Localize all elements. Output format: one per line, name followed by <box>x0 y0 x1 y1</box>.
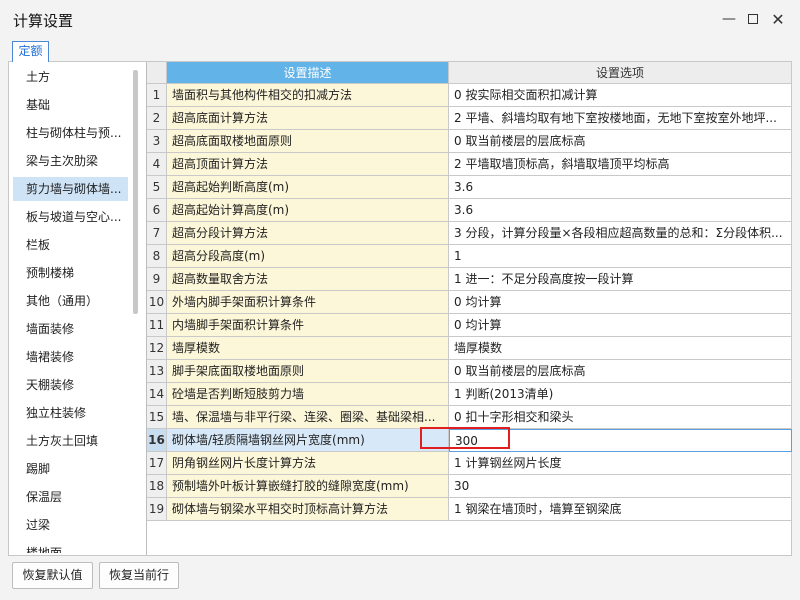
sidebar-item[interactable]: 保温层 <box>13 485 128 509</box>
sidebar-item[interactable]: 其他（通用） <box>13 289 128 313</box>
row-number[interactable]: 12 <box>147 337 167 360</box>
row-number[interactable]: 3 <box>147 130 167 153</box>
grid-header-opt[interactable]: 设置选项 <box>449 62 792 84</box>
row-number[interactable]: 18 <box>147 475 167 498</box>
setting-description[interactable]: 超高起始判断高度(m) <box>167 176 449 199</box>
sidebar-item[interactable]: 土方灰土回填 <box>13 429 128 453</box>
category-scrollbar[interactable] <box>133 70 138 314</box>
setting-option[interactable]: 2 平墙取墙顶标高，斜墙取墙顶平均标高 <box>449 153 792 176</box>
setting-description[interactable]: 砌体墙/轻质隔墙钢丝网片宽度(mm) <box>167 429 449 452</box>
sidebar-item[interactable]: 基础 <box>13 93 128 117</box>
restore-current-row-button[interactable]: 恢复当前行 <box>99 562 179 589</box>
setting-option[interactable]: 1 <box>449 245 792 268</box>
setting-description[interactable]: 超高分段计算方法 <box>167 222 449 245</box>
row-number[interactable]: 4 <box>147 153 167 176</box>
row-number[interactable]: 17 <box>147 452 167 475</box>
row-number[interactable]: 7 <box>147 222 167 245</box>
row-number[interactable]: 2 <box>147 107 167 130</box>
sidebar-item[interactable]: 墙裙装修 <box>13 345 128 369</box>
title-bar: 计算设置 — ✕ <box>0 0 800 38</box>
setting-description[interactable]: 超高分段高度(m) <box>167 245 449 268</box>
setting-description[interactable]: 墙、保温墙与非平行梁、连梁、圈梁、基础梁相... <box>167 406 449 429</box>
setting-description[interactable]: 砼墙是否判断短肢剪力墙 <box>167 383 449 406</box>
sidebar-item[interactable]: 踢脚 <box>13 457 128 481</box>
sidebar-item[interactable]: 梁与主次肋梁 <box>13 149 128 173</box>
sidebar-item[interactable]: 预制楼梯 <box>13 261 128 285</box>
setting-description[interactable]: 阴角钢丝网片长度计算方法 <box>167 452 449 475</box>
setting-option[interactable]: 0 取当前楼层的层底标高 <box>449 360 792 383</box>
setting-description[interactable]: 墙厚模数 <box>167 337 449 360</box>
sidebar-item[interactable]: 土方 <box>13 65 128 89</box>
setting-description[interactable]: 预制墙外叶板计算嵌缝打胶的缝隙宽度(mm) <box>167 475 449 498</box>
setting-option[interactable]: 0 取当前楼层的层底标高 <box>449 130 792 153</box>
row-number[interactable]: 8 <box>147 245 167 268</box>
row-number[interactable]: 6 <box>147 199 167 222</box>
setting-description[interactable]: 超高起始计算高度(m) <box>167 199 449 222</box>
grid-header-num <box>147 62 167 84</box>
row-number[interactable]: 5 <box>147 176 167 199</box>
minimize-icon[interactable]: — <box>716 6 742 32</box>
maximize-icon[interactable] <box>740 6 766 32</box>
setting-description[interactable]: 外墙内脚手架面积计算条件 <box>167 291 449 314</box>
row-number[interactable]: 14 <box>147 383 167 406</box>
setting-option[interactable]: 3.6 <box>449 176 792 199</box>
setting-description[interactable]: 超高底面取楼地面原则 <box>167 130 449 153</box>
setting-option[interactable]: 0 按实际相交面积扣减计算 <box>449 84 792 107</box>
setting-option[interactable]: 0 均计算 <box>449 314 792 337</box>
row-number[interactable]: 15 <box>147 406 167 429</box>
restore-default-button[interactable]: 恢复默认值 <box>12 562 93 589</box>
close-icon[interactable]: ✕ <box>765 6 791 32</box>
setting-description[interactable]: 脚手架底面取楼地面原则 <box>167 360 449 383</box>
row-number[interactable]: 9 <box>147 268 167 291</box>
sidebar-item[interactable]: 栏板 <box>13 233 128 257</box>
sidebar-item[interactable]: 楼地面 <box>13 541 128 553</box>
row-number[interactable]: 19 <box>147 498 167 521</box>
sidebar-item[interactable]: 剪力墙与砌体墙... <box>13 177 128 201</box>
grid-header-desc[interactable]: 设置描述 <box>167 62 449 84</box>
red-highlight-box <box>420 427 510 449</box>
setting-description[interactable]: 超高顶面计算方法 <box>167 153 449 176</box>
setting-option[interactable]: 3.6 <box>449 199 792 222</box>
row-number[interactable]: 1 <box>147 84 167 107</box>
setting-option[interactable]: 墙厚模数 <box>449 337 792 360</box>
sidebar-item[interactable]: 板与坡道与空心... <box>13 205 128 229</box>
setting-option[interactable]: 0 扣十字形相交和梁头 <box>449 406 792 429</box>
category-list[interactable]: 土方基础柱与砌体柱与预... 梁与主次肋梁 剪力墙与砌体墙... 板与坡道与空心...… <box>13 63 140 553</box>
row-number[interactable]: 16 <box>147 429 167 452</box>
setting-option[interactable]: 30 <box>449 475 792 498</box>
setting-option[interactable]: 1 判断(2013清单) <box>449 383 792 406</box>
sidebar-item[interactable]: 墙面装修 <box>13 317 128 341</box>
setting-option[interactable]: 1 计算钢丝网片长度 <box>449 452 792 475</box>
window-title: 计算设置 <box>13 12 74 30</box>
row-number[interactable]: 11 <box>147 314 167 337</box>
setting-description[interactable]: 砌体墙与钢梁水平相交时顶标高计算方法 <box>167 498 449 521</box>
setting-description[interactable]: 超高底面计算方法 <box>167 107 449 130</box>
sidebar-item[interactable]: 柱与砌体柱与预... <box>13 121 128 145</box>
sidebar-item[interactable]: 过梁 <box>13 513 128 537</box>
tab-quota[interactable]: 定额 <box>12 41 49 62</box>
setting-option[interactable]: 2 平墙、斜墙均取有地下室按楼地面，无地下室按室外地坪... <box>449 107 792 130</box>
setting-description[interactable]: 内墙脚手架面积计算条件 <box>167 314 449 337</box>
row-number[interactable]: 10 <box>147 291 167 314</box>
setting-option[interactable]: 3 分段，计算分段量×各段相应超高数量的总和：Σ分段体积... <box>449 222 792 245</box>
row-number[interactable]: 13 <box>147 360 167 383</box>
setting-description[interactable]: 墙面积与其他构件相交的扣减方法 <box>167 84 449 107</box>
setting-option[interactable]: 0 均计算 <box>449 291 792 314</box>
setting-description[interactable]: 超高数量取舍方法 <box>167 268 449 291</box>
sidebar-item[interactable]: 天棚装修 <box>13 373 128 397</box>
settings-grid: 设置描述 设置选项 1 墙面积与其他构件相交的扣减方法 0 按实际相交面积扣减计算 2… <box>146 62 792 555</box>
sidebar-item[interactable]: 独立柱装修 <box>13 401 128 425</box>
setting-option[interactable]: 1 钢梁在墙顶时，墙算至钢梁底 <box>449 498 792 521</box>
setting-option[interactable]: 1 进一：不足分段高度按一段计算 <box>449 268 792 291</box>
